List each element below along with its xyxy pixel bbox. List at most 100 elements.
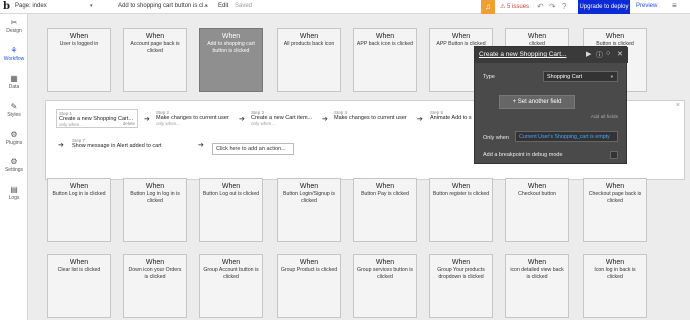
close-icon[interactable]: × <box>676 102 680 109</box>
editor-title[interactable]: Create a new Shopping Cart... <box>479 51 566 58</box>
info-icon[interactable]: ⓘ <box>596 50 603 60</box>
event-card[interactable]: When Button Pay is clicked <box>353 178 417 242</box>
play-icon[interactable]: ▶ <box>586 50 591 58</box>
event-desc: Button Login/Signup is clicked <box>283 191 335 204</box>
delete-step-link[interactable]: delete <box>123 121 135 126</box>
add-action-button[interactable]: Click here to add an action... <box>212 143 294 155</box>
data-icon: ▦ <box>10 74 18 83</box>
sidebar-item-design[interactable]: ✂ Design <box>0 18 28 34</box>
logs-icon: ▤ <box>10 185 18 194</box>
sidebar-item-styles[interactable]: ✎ Styles <box>0 102 28 118</box>
event-card[interactable]: When Checkout page back is clicked <box>583 178 647 242</box>
edit-menu[interactable]: Edit <box>218 3 228 9</box>
workflow-step-7[interactable]: Step 7 Show message in Alert added to ca… <box>72 138 162 149</box>
arrow-right-icon: ➔ <box>144 116 150 123</box>
preview-link[interactable]: Preview <box>636 3 657 9</box>
sidebar-item-data[interactable]: ▦ Data <box>0 74 28 90</box>
design-icon: ✂ <box>10 18 18 27</box>
event-card[interactable]: When Button register is clicked <box>429 178 493 242</box>
workflow-step-5[interactable]: Step 5 Animate Add to s <box>430 110 472 121</box>
event-desc: User is logged in <box>59 41 99 47</box>
event-card[interactable]: When Button Log in log in is clicked <box>123 178 187 242</box>
event-card[interactable]: When Down icon your Orders is clicked <box>123 254 187 318</box>
event-desc: Button Log in is clicked <box>52 191 106 197</box>
breakpoint-label: Add a breakpoint in debug mode <box>483 152 563 158</box>
event-card[interactable]: When Clear list is clicked <box>47 254 111 318</box>
set-another-field-button[interactable]: + Set another field <box>499 95 575 109</box>
event-when: When <box>375 259 395 266</box>
event-desc: Group Account button is clicked <box>203 267 259 280</box>
editor-header: Create a new Shopping Cart... ▶ ⓘ ○ ✕ <box>475 47 628 63</box>
event-card-selected[interactable]: When Add to shopping cart button is clic… <box>199 28 263 92</box>
only-when-condition[interactable]: Current User's Shopping_cart is empty <box>515 131 618 142</box>
workflow-step-4[interactable]: Step 4 Make changes to current user <box>334 110 407 121</box>
event-when: When <box>145 183 165 190</box>
event-card[interactable]: When Group Product is clicked <box>277 254 341 318</box>
undo-icon[interactable]: ↶ <box>537 2 544 11</box>
event-card[interactable]: When Group services button is clicked <box>353 254 417 318</box>
event-when: When <box>451 259 471 266</box>
breakpoint-checkbox[interactable] <box>610 151 618 159</box>
type-value: Shopping Cart <box>547 74 583 80</box>
issues-indicator[interactable]: ⚠ 5 issues <box>500 3 529 10</box>
chevron-down-icon[interactable]: ▾ <box>90 3 93 9</box>
event-card[interactable]: When Icon log in back is clicked <box>583 254 647 318</box>
event-card[interactable]: When Account page back is clicked <box>123 28 187 92</box>
sidebar-item-workflow[interactable]: ⚘ Workflow <box>0 46 28 62</box>
workflow-step-1[interactable]: Step 1 Create a new Shopping Cart... onl… <box>56 109 138 128</box>
type-label: Type <box>483 74 495 80</box>
step-condition: only when... <box>251 121 276 126</box>
event-when: When <box>375 183 395 190</box>
close-icon[interactable]: ✕ <box>617 50 623 58</box>
event-when: When <box>299 33 319 40</box>
sidebar-item-logs[interactable]: ▤ Logs <box>0 185 28 201</box>
event-desc: Icon log in back is clicked <box>594 267 636 280</box>
workflow-icon: ⚘ <box>10 46 18 55</box>
event-desc: Checkout page back is clicked <box>588 191 642 204</box>
help-icon[interactable]: ? <box>562 2 566 11</box>
workflow-selector[interactable]: Add to shopping cart button is cl... <box>118 3 208 9</box>
event-card[interactable]: When All products back icon <box>277 28 341 92</box>
comment-icon[interactable]: ○ <box>606 50 610 57</box>
event-card[interactable]: When Checkout button <box>505 178 569 242</box>
event-desc: Down icon your Orders is clicked <box>128 267 182 280</box>
bell-icon[interactable]: ♫ <box>481 0 495 14</box>
sidebar-item-label: Settings <box>4 167 24 173</box>
upgrade-to-deploy-button[interactable]: Upgrade to deploy <box>578 0 630 14</box>
type-dropdown[interactable]: Shopping Cart ▾ <box>543 71 618 82</box>
menu-icon[interactable]: ≡ <box>672 1 677 10</box>
chevron-down-icon[interactable]: ▾ <box>205 3 208 9</box>
step-title: Make changes to current user <box>334 115 407 121</box>
styles-icon: ✎ <box>10 102 18 111</box>
event-card[interactable]: When User is logged in <box>47 28 111 92</box>
event-desc: Clear list is clicked <box>57 267 101 273</box>
event-desc: Group services button is clicked <box>357 267 413 280</box>
arrow-right-icon: ➔ <box>417 116 423 123</box>
redo-icon[interactable]: ↷ <box>549 2 556 11</box>
event-desc: Button Log out is clicked <box>202 191 260 197</box>
event-card[interactable]: When Button Log in is clicked <box>47 178 111 242</box>
event-when: When <box>69 183 89 190</box>
sidebar-item-label: Data <box>8 84 20 90</box>
event-when: When <box>221 33 241 40</box>
arrow-right-icon: ➔ <box>239 116 245 123</box>
event-desc: icon detailed view back is clicked <box>510 267 564 280</box>
event-card[interactable]: When Button Login/Signup is clicked <box>277 178 341 242</box>
step-condition: only when... <box>156 121 181 126</box>
page-selector[interactable]: Page: index <box>15 3 47 9</box>
event-card[interactable]: When Button Log out is clicked <box>199 178 263 242</box>
event-desc: Button Pay is clicked <box>361 191 409 197</box>
event-card[interactable]: When Group Account button is clicked <box>199 254 263 318</box>
workflow-step-3[interactable]: Step 3 Create a new Cart item... only wh… <box>251 110 312 126</box>
sidebar-item-label: Styles <box>7 112 21 118</box>
event-when: When <box>451 33 471 40</box>
sidebar-item-plugins[interactable]: ⚙ Plugins <box>0 130 28 146</box>
event-desc: Group Your products dropdown is clicked <box>437 267 485 280</box>
event-card[interactable]: When icon detailed view back is clicked <box>505 254 569 318</box>
event-card[interactable]: When Group Your products dropdown is cli… <box>429 254 493 318</box>
event-card[interactable]: When APP back icon is clicked <box>353 28 417 92</box>
workflow-step-2[interactable]: Step 2 Make changes to current user only… <box>156 110 229 126</box>
add-all-fields-link[interactable]: Add all fields <box>591 115 618 120</box>
bubble-logo[interactable]: b <box>3 1 10 12</box>
sidebar-item-settings[interactable]: ⚙ Settings <box>0 157 28 173</box>
